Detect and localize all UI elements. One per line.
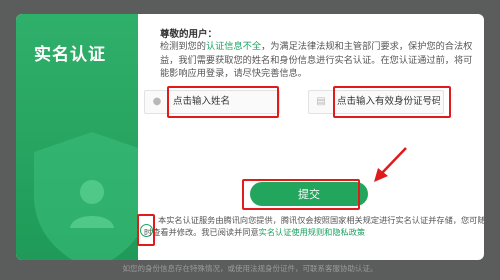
annotation-box-name — [167, 86, 279, 118]
footer-note: 如您的身份信息存在特殊情况，或使用法规身份证件，可联系客服协助认证。 — [122, 264, 378, 273]
side-panel: 实名认证 — [16, 14, 138, 260]
main-panel: 尊敬的用户： 检测到您的认证信息不全，为满足法律法规和主管部门要求，保护您的合法… — [138, 14, 484, 260]
greeting: 尊敬的用户： — [160, 29, 218, 40]
desc-highlight: 认证信息不全 — [205, 41, 262, 52]
id-card-icon: ▤ — [316, 96, 326, 107]
side-title: 实名认证 — [34, 45, 106, 65]
verification-modal: 实名认证 尊敬的用户： 检测到您的认证信息不全，为满足法律法规和主管部门要求，保… — [16, 14, 484, 260]
annotation-box-id — [333, 86, 451, 118]
agreement-text: 本实名认证服务由腾讯向您提供，腾讯仅会按照国家相关规定进行实名认证并存储，您可随… — [144, 214, 484, 238]
agreement-link[interactable]: 实名认证使用规则和隐私政策 — [259, 227, 365, 237]
desc-text-1: 检测到您的 — [160, 41, 206, 52]
annotation-box-checkbox — [137, 214, 155, 246]
annotation-box-submit — [242, 179, 360, 210]
user-icon: ● — [152, 96, 162, 107]
shield-icon — [34, 132, 138, 260]
description: 检测到您的认证信息不全，为满足法律法规和主管部门要求，保护您的合法权益，我们需要… — [160, 40, 478, 81]
